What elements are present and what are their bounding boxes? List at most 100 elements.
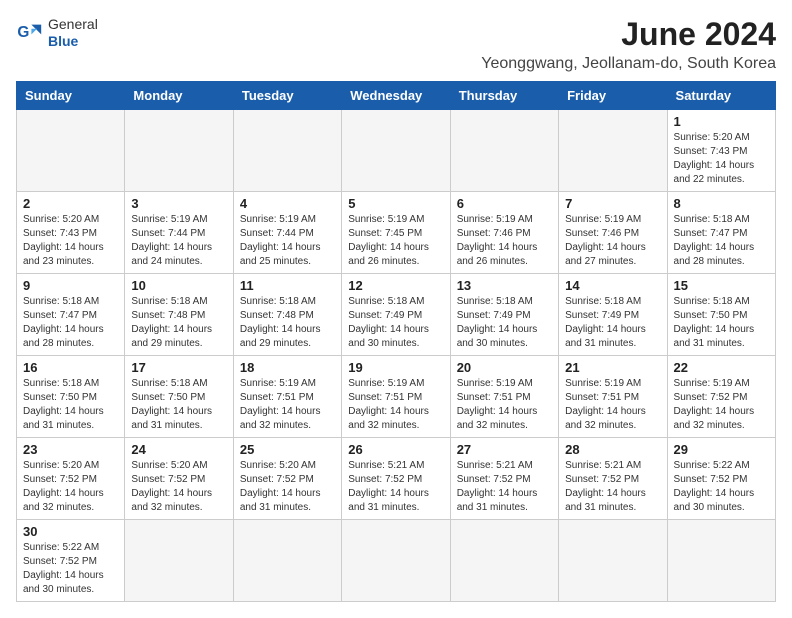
day-number: 12 [348,278,443,293]
day-info: Sunrise: 5:18 AMSunset: 7:49 PMDaylight:… [457,295,552,351]
calendar-header: SundayMondayTuesdayWednesdayThursdayFrid… [17,82,776,110]
title-section: June 2024 Yeonggwang, Jeollanam-do, Sout… [481,16,776,73]
calendar-cell: 5 Sunrise: 5:19 AMSunset: 7:45 PMDaylight… [342,192,450,274]
calendar-week-6: 30Sunrise: 5:22 AMSunset: 7:52 PMDayligh… [17,520,776,602]
weekday-header-wednesday: Wednesday [342,82,450,110]
calendar-cell: 17 Sunrise: 5:18 AMSunset: 7:50 PMDayligh… [125,356,233,438]
day-info: Sunrise: 5:19 AMSunset: 7:45 PMDaylight:… [348,213,443,269]
weekday-header-row: SundayMondayTuesdayWednesdayThursdayFrid… [17,82,776,110]
month-year-title: June 2024 [481,16,776,53]
day-info: Sunrise: 5:18 AMSunset: 7:49 PMDaylight:… [348,295,443,351]
day-number: 30 [23,524,118,539]
day-number: 2 [23,196,118,211]
calendar-cell: 24 Sunrise: 5:20 AMSunset: 7:52 PMDayligh… [125,438,233,520]
day-number: 28 [565,442,660,457]
day-number: 24 [131,442,226,457]
calendar-cell: 2Sunrise: 5:20 AMSunset: 7:43 PMDaylight… [17,192,125,274]
day-number: 21 [565,360,660,375]
day-info: Sunrise: 5:18 AMSunset: 7:47 PMDaylight:… [674,213,769,269]
weekday-header-thursday: Thursday [450,82,558,110]
logo-blue: Blue [48,33,98,50]
day-number: 13 [457,278,552,293]
day-number: 26 [348,442,443,457]
calendar-week-3: 9Sunrise: 5:18 AMSunset: 7:47 PMDaylight… [17,274,776,356]
calendar-cell: 20Sunrise: 5:19 AMSunset: 7:51 PMDayligh… [450,356,558,438]
day-info: Sunrise: 5:18 AMSunset: 7:50 PMDaylight:… [131,377,226,433]
weekday-header-sunday: Sunday [17,82,125,110]
day-number: 22 [674,360,769,375]
day-number: 29 [674,442,769,457]
calendar-cell [125,110,233,192]
calendar-body: 1 Sunrise: 5:20 AMSunset: 7:43 PMDaylight… [17,110,776,602]
day-info: Sunrise: 5:21 AMSunset: 7:52 PMDaylight:… [457,459,552,515]
day-info: Sunrise: 5:18 AMSunset: 7:48 PMDaylight:… [131,295,226,351]
calendar-cell [667,520,775,602]
day-info: Sunrise: 5:20 AMSunset: 7:52 PMDaylight:… [240,459,335,515]
day-number: 5 [348,196,443,211]
day-info: Sunrise: 5:19 AMSunset: 7:51 PMDaylight:… [348,377,443,433]
day-number: 1 [674,114,769,129]
weekday-header-saturday: Saturday [667,82,775,110]
calendar-week-4: 16 Sunrise: 5:18 AMSunset: 7:50 PMDayligh… [17,356,776,438]
calendar-cell: 25Sunrise: 5:20 AMSunset: 7:52 PMDayligh… [233,438,341,520]
day-info: Sunrise: 5:20 AMSunset: 7:52 PMDaylight:… [131,459,226,515]
calendar-cell: 26 Sunrise: 5:21 AMSunset: 7:52 PMDayligh… [342,438,450,520]
calendar-cell [233,520,341,602]
day-info: Sunrise: 5:19 AMSunset: 7:44 PMDaylight:… [240,213,335,269]
day-number: 10 [131,278,226,293]
calendar-cell [450,520,558,602]
calendar-cell: 7Sunrise: 5:19 AMSunset: 7:46 PMDaylight… [559,192,667,274]
calendar-cell [559,110,667,192]
calendar-cell: 30Sunrise: 5:22 AMSunset: 7:52 PMDayligh… [17,520,125,602]
day-number: 18 [240,360,335,375]
calendar-cell: 12 Sunrise: 5:18 AMSunset: 7:49 PMDayligh… [342,274,450,356]
calendar-cell: 28 Sunrise: 5:21 AMSunset: 7:52 PMDayligh… [559,438,667,520]
weekday-header-tuesday: Tuesday [233,82,341,110]
day-info: Sunrise: 5:21 AMSunset: 7:52 PMDaylight:… [348,459,443,515]
calendar-cell: 16 Sunrise: 5:18 AMSunset: 7:50 PMDayligh… [17,356,125,438]
day-info: Sunrise: 5:19 AMSunset: 7:44 PMDaylight:… [131,213,226,269]
calendar-cell: 15Sunrise: 5:18 AMSunset: 7:50 PMDayligh… [667,274,775,356]
svg-text:G: G [17,24,29,41]
calendar-cell: 14Sunrise: 5:18 AMSunset: 7:49 PMDayligh… [559,274,667,356]
calendar-cell: 27Sunrise: 5:21 AMSunset: 7:52 PMDayligh… [450,438,558,520]
day-number: 19 [348,360,443,375]
day-info: Sunrise: 5:18 AMSunset: 7:48 PMDaylight:… [240,295,335,351]
calendar-table: SundayMondayTuesdayWednesdayThursdayFrid… [16,81,776,602]
weekday-header-friday: Friday [559,82,667,110]
day-number: 6 [457,196,552,211]
day-number: 20 [457,360,552,375]
day-number: 11 [240,278,335,293]
day-number: 4 [240,196,335,211]
calendar-cell: 19 Sunrise: 5:19 AMSunset: 7:51 PMDayligh… [342,356,450,438]
location-subtitle: Yeonggwang, Jeollanam-do, South Korea [481,55,776,73]
day-number: 17 [131,360,226,375]
day-info: Sunrise: 5:20 AMSunset: 7:52 PMDaylight:… [23,459,118,515]
logo-text: General Blue [48,16,98,50]
calendar-cell: 11 Sunrise: 5:18 AMSunset: 7:48 PMDayligh… [233,274,341,356]
calendar-cell: 22Sunrise: 5:19 AMSunset: 7:52 PMDayligh… [667,356,775,438]
day-info: Sunrise: 5:20 AMSunset: 7:43 PMDaylight:… [674,131,769,187]
day-info: Sunrise: 5:21 AMSunset: 7:52 PMDaylight:… [565,459,660,515]
calendar-cell: 8Sunrise: 5:18 AMSunset: 7:47 PMDaylight… [667,192,775,274]
calendar-cell: 9Sunrise: 5:18 AMSunset: 7:47 PMDaylight… [17,274,125,356]
calendar-week-2: 2Sunrise: 5:20 AMSunset: 7:43 PMDaylight… [17,192,776,274]
day-info: Sunrise: 5:19 AMSunset: 7:46 PMDaylight:… [457,213,552,269]
day-info: Sunrise: 5:18 AMSunset: 7:50 PMDaylight:… [23,377,118,433]
logo-icon: G [16,19,44,47]
day-info: Sunrise: 5:19 AMSunset: 7:46 PMDaylight:… [565,213,660,269]
day-number: 16 [23,360,118,375]
calendar-cell: 29 Sunrise: 5:22 AMSunset: 7:52 PMDayligh… [667,438,775,520]
calendar-cell: 6 Sunrise: 5:19 AMSunset: 7:46 PMDaylight… [450,192,558,274]
logo: G General Blue [16,16,98,50]
calendar-week-5: 23Sunrise: 5:20 AMSunset: 7:52 PMDayligh… [17,438,776,520]
calendar-cell: 10 Sunrise: 5:18 AMSunset: 7:48 PMDayligh… [125,274,233,356]
weekday-header-monday: Monday [125,82,233,110]
day-info: Sunrise: 5:22 AMSunset: 7:52 PMDaylight:… [674,459,769,515]
page-header: G General Blue June 2024 Yeonggwang, Jeo… [16,16,776,73]
calendar-cell [450,110,558,192]
calendar-cell: 23Sunrise: 5:20 AMSunset: 7:52 PMDayligh… [17,438,125,520]
day-number: 14 [565,278,660,293]
day-info: Sunrise: 5:18 AMSunset: 7:50 PMDaylight:… [674,295,769,351]
calendar-cell [233,110,341,192]
